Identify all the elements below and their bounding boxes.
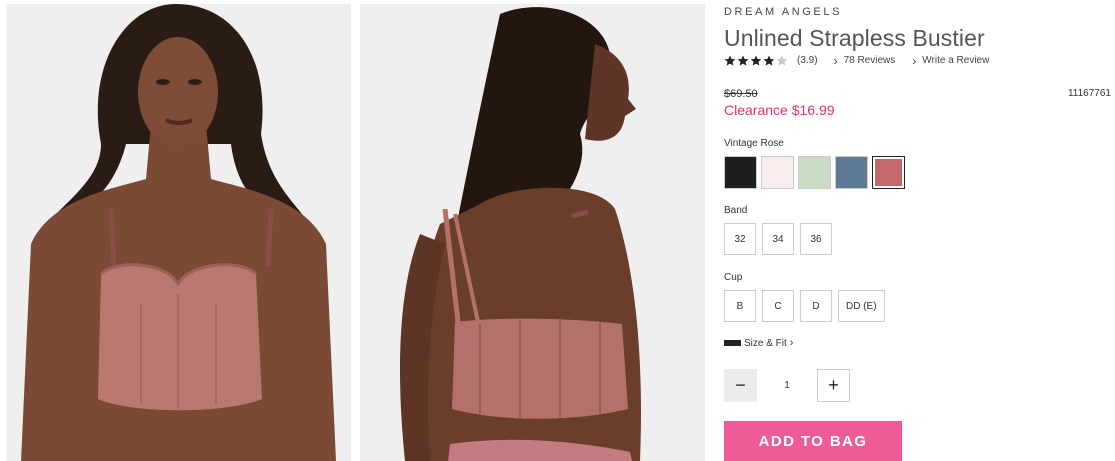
cup-options: B C D DD (E) bbox=[724, 290, 891, 322]
swatch-fill bbox=[836, 157, 867, 188]
reviews-link-label: 78 Reviews bbox=[843, 55, 896, 66]
quantity-decrease-button[interactable]: − bbox=[724, 369, 757, 402]
rating-value: (3.9) bbox=[797, 55, 818, 66]
star-rating bbox=[724, 55, 790, 66]
color-swatch-blue[interactable] bbox=[835, 156, 868, 189]
sale-price: Clearance $16.99 bbox=[724, 102, 835, 118]
band-label: Band bbox=[724, 205, 748, 216]
add-to-bag-button[interactable]: ADD TO BAG bbox=[724, 421, 902, 461]
color-label: Vintage Rose bbox=[724, 138, 784, 149]
product-image-front[interactable] bbox=[6, 4, 351, 461]
size-fit-label: Size & Fit bbox=[744, 337, 787, 349]
chevron-right-icon: › bbox=[833, 53, 838, 68]
write-review-label: Write a Review bbox=[922, 55, 990, 66]
color-swatch-vintage-rose[interactable] bbox=[872, 156, 905, 189]
quantity-stepper: − 1 + bbox=[724, 369, 850, 402]
rating-row: (3.9) › 78 Reviews › Write a Review bbox=[724, 54, 1006, 67]
band-options: 32 34 36 bbox=[724, 223, 838, 255]
model-front-image bbox=[6, 4, 351, 461]
star-icon bbox=[750, 55, 762, 66]
size-fit-link[interactable]: Size & Fit › bbox=[724, 337, 793, 349]
chevron-right-icon: › bbox=[789, 337, 794, 349]
band-option[interactable]: 36 bbox=[800, 223, 832, 255]
star-icon bbox=[724, 55, 736, 66]
product-sku: 11167761 bbox=[1067, 88, 1111, 99]
product-details: DREAM ANGELS Unlined Strapless Bustier (… bbox=[724, 0, 1115, 461]
cup-option[interactable]: C bbox=[762, 290, 794, 322]
cup-label: Cup bbox=[724, 272, 743, 283]
ruler-icon bbox=[724, 340, 741, 346]
swatch-fill bbox=[762, 157, 793, 188]
color-swatch-sage[interactable] bbox=[798, 156, 831, 189]
cup-option[interactable]: DD (E) bbox=[838, 290, 885, 322]
model-back-image bbox=[360, 4, 705, 461]
color-swatch-black[interactable] bbox=[724, 156, 757, 189]
quantity-value: 1 bbox=[784, 380, 790, 391]
color-swatches bbox=[724, 156, 909, 189]
brand-name: DREAM ANGELS bbox=[724, 6, 843, 18]
star-icon bbox=[763, 55, 775, 66]
product-image-back[interactable] bbox=[360, 4, 705, 461]
swatch-fill bbox=[875, 159, 902, 186]
quantity-increase-button[interactable]: + bbox=[817, 369, 850, 402]
swatch-fill bbox=[799, 157, 830, 188]
star-icon bbox=[776, 55, 788, 66]
original-price: $69.50 bbox=[724, 88, 758, 100]
cup-option[interactable]: D bbox=[800, 290, 832, 322]
band-option[interactable]: 34 bbox=[762, 223, 794, 255]
band-option[interactable]: 32 bbox=[724, 223, 756, 255]
star-icon bbox=[737, 55, 749, 66]
write-review-link[interactable]: › Write a Review bbox=[912, 55, 989, 67]
cup-option[interactable]: B bbox=[724, 290, 756, 322]
color-swatch-blush[interactable] bbox=[761, 156, 794, 189]
chevron-right-icon: › bbox=[912, 53, 917, 68]
reviews-link[interactable]: › 78 Reviews bbox=[834, 55, 896, 67]
swatch-fill bbox=[725, 157, 756, 188]
product-title: Unlined Strapless Bustier bbox=[724, 25, 985, 51]
